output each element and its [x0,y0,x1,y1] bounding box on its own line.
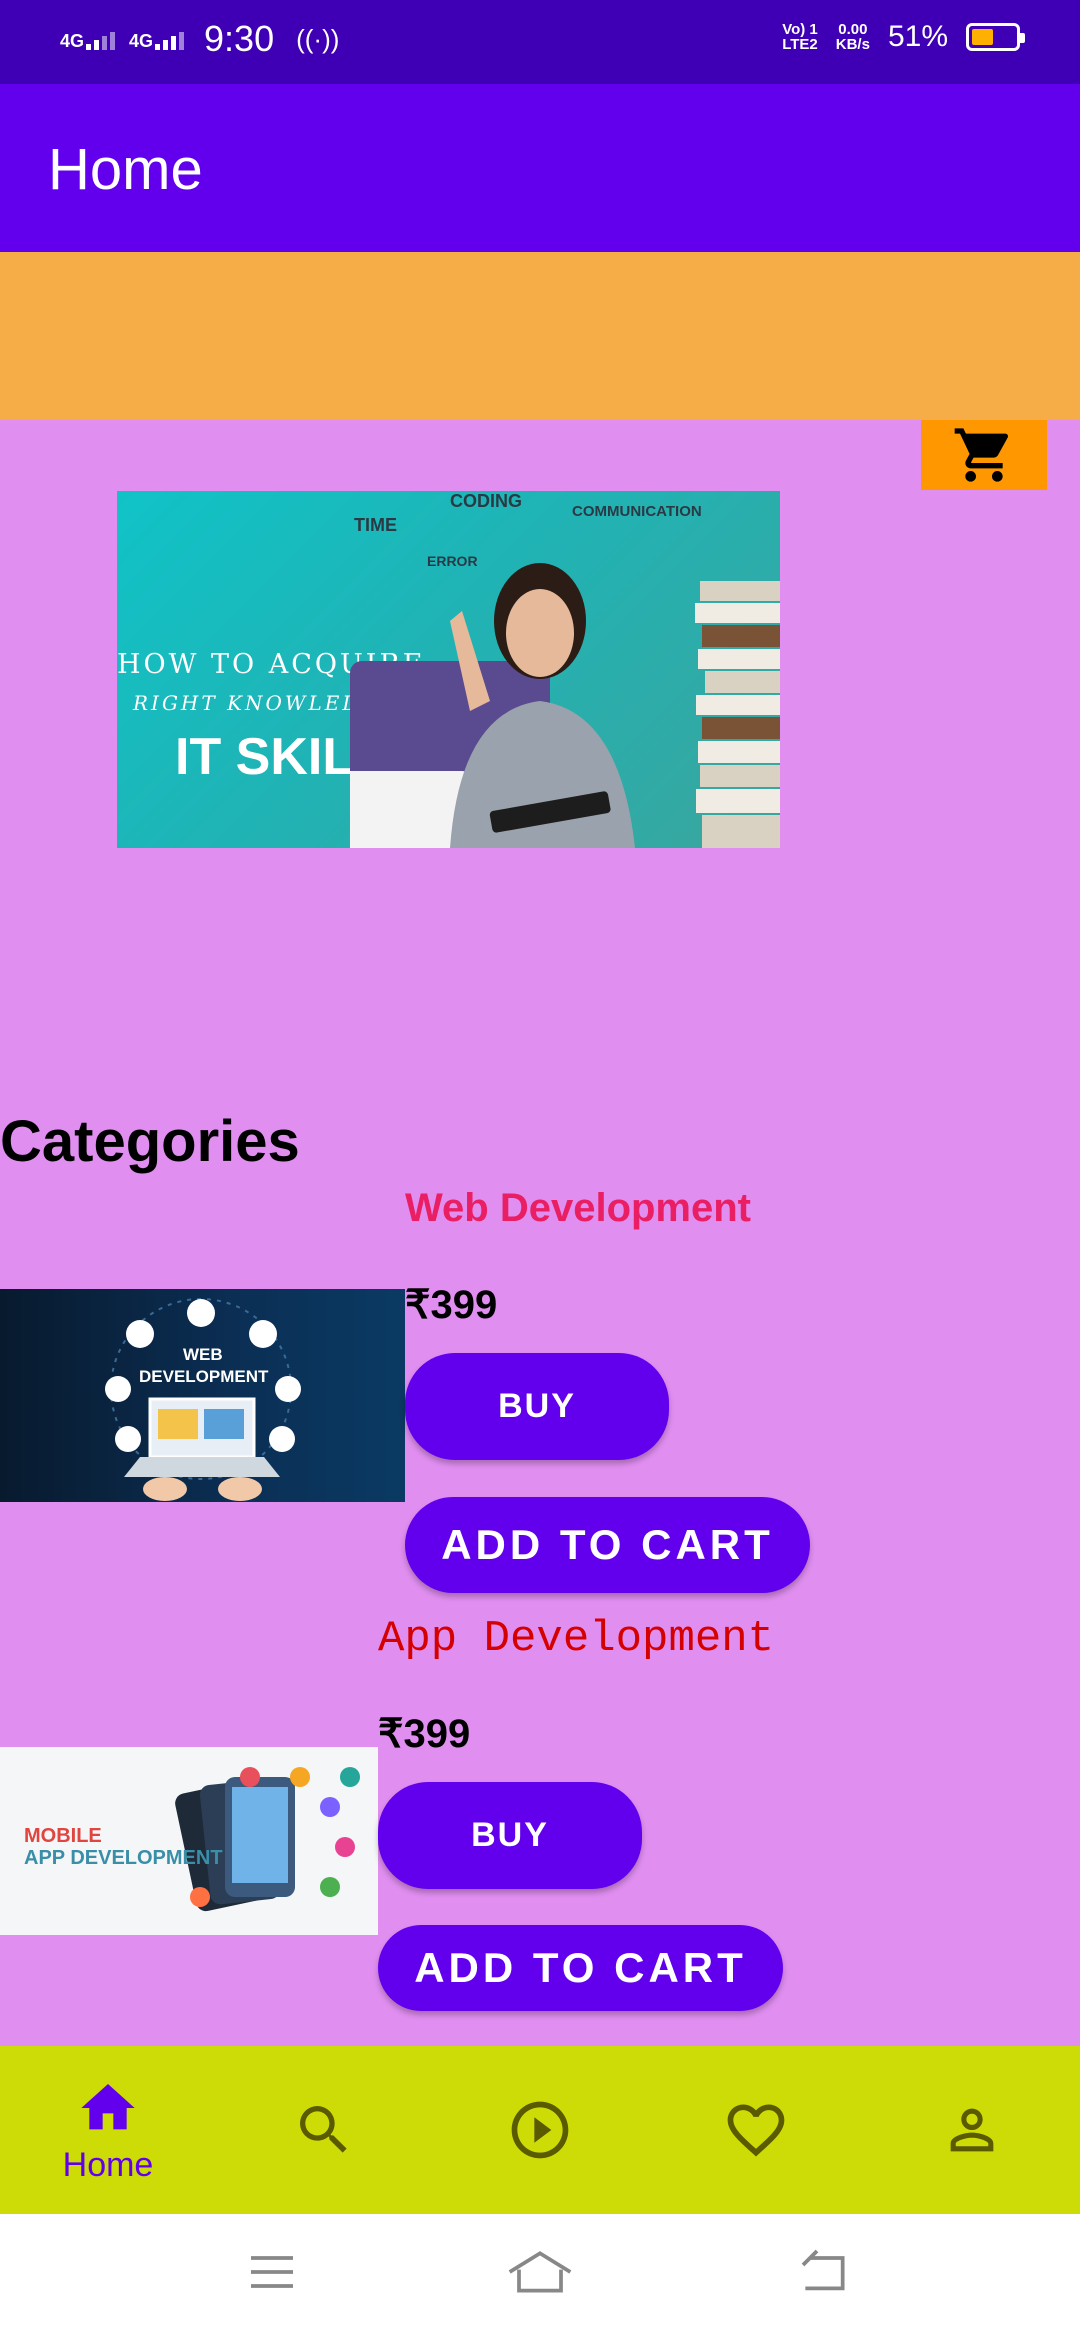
page-title: Home [48,137,203,202]
course-image-text: APP DEVELOPMENT [24,1847,223,1869]
data-speed: 0.00 KB/s [836,22,870,52]
buy-button[interactable]: BUY [405,1353,669,1460]
nav-search[interactable] [216,2046,432,2214]
status-bar: 4G 4G 9:30 ((·)) Vo) 1 LTE2 0.00 KB/s 51… [0,0,1080,84]
status-left: 4G 4G 9:30 ((·)) [60,18,339,60]
home-key-icon[interactable] [504,2244,576,2300]
app-screen: 4G 4G 9:30 ((·)) Vo) 1 LTE2 0.00 KB/s 51… [0,0,1080,2340]
add-to-cart-button[interactable]: ADD TO CART [378,1925,783,2011]
system-navigation-bar [0,2214,1080,2340]
banner-strip [0,252,1080,420]
add-to-cart-button[interactable]: ADD TO CART [405,1497,810,1593]
status-right: Vo) 1 LTE2 0.00 KB/s 51% [782,20,1025,54]
menu-icon[interactable] [244,2244,300,2300]
course-price: ₹399 [378,1712,471,1756]
volte-bottom: LTE2 [782,36,818,53]
profile-icon [950,2108,994,2152]
network-type-2: 4G [129,31,154,51]
course-image-web[interactable]: WEB DEVELOPMENT [0,1289,405,1502]
cart-button[interactable] [921,420,1047,490]
web-dev-illustration [105,1298,301,1501]
course-image-text: WEB [183,1345,223,1364]
nav-home-label: Home [62,2145,154,2184]
home-icon [81,2083,135,2129]
nav-home[interactable]: Home [0,2046,216,2214]
course-price: ₹399 [405,1283,498,1327]
signal-bars-icon [155,28,185,50]
volte-indicator: Vo) 1 LTE2 [782,22,818,52]
play-icon [511,2101,569,2159]
search-icon [300,2106,347,2153]
student-illustration [350,563,780,848]
bottom-navigation: Home [0,2046,1080,2214]
nav-play[interactable] [432,2046,648,2214]
course-image-text: DEVELOPMENT [139,1367,269,1386]
back-icon[interactable] [796,2244,852,2300]
signal-bars-icon [86,28,116,50]
nav-profile[interactable] [864,2046,1080,2214]
nav-favorites[interactable] [648,2046,864,2214]
course-image-text: MOBILE [24,1825,102,1847]
speed-value: 0.00 [838,21,868,38]
volte-top: Vo) 1 [782,21,818,38]
section-title: Categories [0,1109,300,1174]
clock: 9:30 [204,18,275,59]
banner-word: TIME [354,515,397,535]
network-type-1: 4G [60,31,85,51]
signal-2: 4G [129,28,185,51]
battery-level [972,29,994,45]
hotspot-icon: ((·)) [296,23,340,54]
course-image-app[interactable]: MOBILE APP DEVELOPMENT [0,1747,378,1935]
battery-percent: 51% [887,20,948,53]
cart-icon [954,428,1009,482]
course-title: App Development [378,1614,775,1664]
banner-word: COMMUNICATION [572,503,702,520]
speed-unit: KB/s [835,36,870,53]
app-bar: Home [0,84,1080,252]
course-title: Web Development [405,1186,751,1230]
buy-button[interactable]: BUY [378,1782,642,1889]
signal-1: 4G [60,28,116,51]
battery-icon [966,23,1025,51]
heart-icon [727,2104,785,2157]
promo-banner[interactable]: TIME CODING COMMUNICATION ERROR HOW TO A… [117,491,780,848]
banner-word: CODING [450,491,522,511]
